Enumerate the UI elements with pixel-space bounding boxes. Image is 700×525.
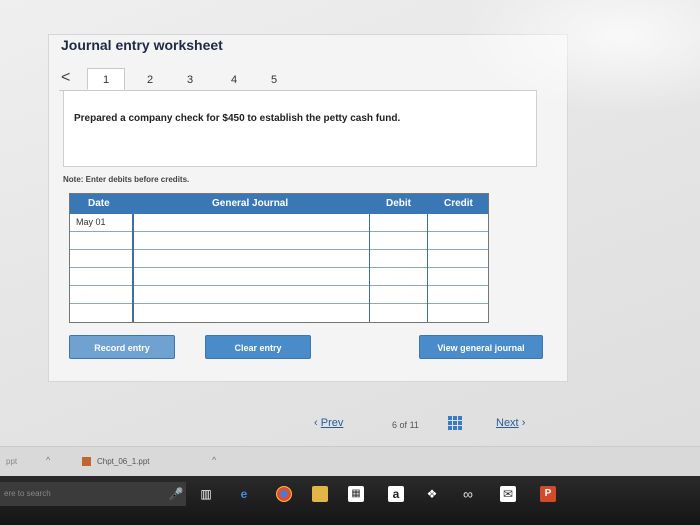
clear-entry-button[interactable]: Clear entry (205, 335, 311, 359)
amazon-icon[interactable]: a (388, 486, 404, 502)
dropbox-icon[interactable]: ❖ (424, 486, 440, 502)
debit-cell[interactable] (370, 268, 428, 286)
credit-cell[interactable] (428, 214, 488, 232)
question-text: Prepared a company check for $450 to est… (74, 113, 401, 124)
tab-5[interactable]: 5 (255, 69, 293, 91)
debit-cell[interactable] (370, 304, 428, 322)
table-row (70, 286, 488, 304)
date-cell[interactable] (70, 232, 134, 250)
file-explorer-icon[interactable] (312, 486, 328, 502)
question-box: Prepared a company check for $450 to est… (63, 91, 537, 167)
chrome-icon[interactable] (276, 486, 292, 502)
powerpoint-icon[interactable]: P (540, 486, 556, 502)
credit-cell[interactable] (428, 232, 488, 250)
date-cell[interactable] (70, 286, 134, 304)
table-row (70, 232, 488, 250)
debit-cell[interactable] (370, 250, 428, 268)
store-icon[interactable]: ▦ (348, 486, 364, 502)
credit-cell[interactable] (428, 268, 488, 286)
chevron-right-icon: › (521, 417, 526, 429)
journal-table-header: Date General Journal Debit Credit (70, 194, 488, 214)
date-cell[interactable]: May 01 (70, 214, 134, 232)
task-view-icon[interactable]: ▥ (198, 486, 214, 502)
tab-4[interactable]: 4 (215, 69, 253, 91)
debit-cell[interactable] (370, 286, 428, 304)
table-row (70, 250, 488, 268)
debit-cell[interactable] (370, 214, 428, 232)
taskbar-search-input[interactable]: ere to search (0, 482, 186, 506)
tab-2[interactable]: 2 (131, 69, 169, 91)
account-cell[interactable] (134, 250, 370, 268)
header-general-journal: General Journal (212, 198, 289, 209)
infinity-icon[interactable]: ∞ (460, 486, 476, 502)
worksheet-panel: Journal entry worksheet < 1 2 3 4 5 Prep… (48, 34, 568, 382)
date-cell[interactable] (70, 304, 134, 322)
table-row (70, 304, 488, 322)
table-row (70, 268, 488, 286)
mail-icon[interactable]: ✉ (500, 486, 516, 502)
header-debit: Debit (386, 198, 411, 209)
ppt-file-icon (82, 457, 91, 467)
edge-icon[interactable]: e (236, 486, 252, 502)
header-credit: Credit (444, 198, 473, 209)
prev-link[interactable]: ‹ Prev (314, 417, 343, 429)
next-link[interactable]: Next › (496, 417, 525, 429)
chevron-up-icon[interactable]: ^ (212, 455, 216, 465)
next-label: Next (496, 417, 519, 429)
debit-cell[interactable] (370, 232, 428, 250)
chevron-left-icon: ‹ (314, 417, 318, 429)
date-cell[interactable] (70, 268, 134, 286)
prev-label: Prev (320, 417, 344, 429)
worksheet-title: Journal entry worksheet (61, 37, 223, 53)
page-counter: 6 of 11 (392, 420, 419, 430)
table-row: May 01 (70, 214, 488, 232)
journal-table: Date General Journal Debit Credit May 01 (69, 193, 489, 323)
tab-1[interactable]: 1 (87, 68, 125, 90)
credit-cell[interactable] (428, 304, 488, 322)
worksheet-tabbar: < 1 2 3 4 5 (59, 65, 537, 91)
grid-view-icon[interactable] (448, 416, 462, 430)
credit-cell[interactable] (428, 286, 488, 304)
page-total: 11 (409, 420, 419, 430)
date-cell[interactable] (70, 250, 134, 268)
download-bar: ppt ^ Chpt_06_1.ppt ^ (0, 446, 700, 476)
download-item-left[interactable]: ppt (6, 457, 17, 466)
chevron-up-icon[interactable]: ^ (46, 455, 50, 465)
account-cell[interactable] (134, 304, 370, 322)
taskbar: ere to search 🎤 ▥ e ▦ a ❖ ∞ ✉ P (0, 476, 700, 525)
record-entry-button[interactable]: Record entry (69, 335, 175, 359)
tab-3[interactable]: 3 (171, 69, 209, 91)
page-of: of (399, 420, 408, 430)
header-date: Date (88, 198, 110, 209)
tab-prev-arrow-icon[interactable]: < (61, 69, 70, 87)
microphone-icon[interactable]: 🎤 (168, 486, 184, 502)
account-cell[interactable] (134, 214, 370, 232)
credit-cell[interactable] (428, 250, 488, 268)
note-text: Note: Enter debits before credits. (63, 175, 190, 184)
page-current: 6 (392, 420, 398, 430)
account-cell[interactable] (134, 286, 370, 304)
view-general-journal-button[interactable]: View general journal (419, 335, 543, 359)
download-item-file[interactable]: Chpt_06_1.ppt (82, 457, 150, 467)
account-cell[interactable] (134, 268, 370, 286)
account-cell[interactable] (134, 232, 370, 250)
download-file-name: Chpt_06_1.ppt (97, 457, 150, 466)
